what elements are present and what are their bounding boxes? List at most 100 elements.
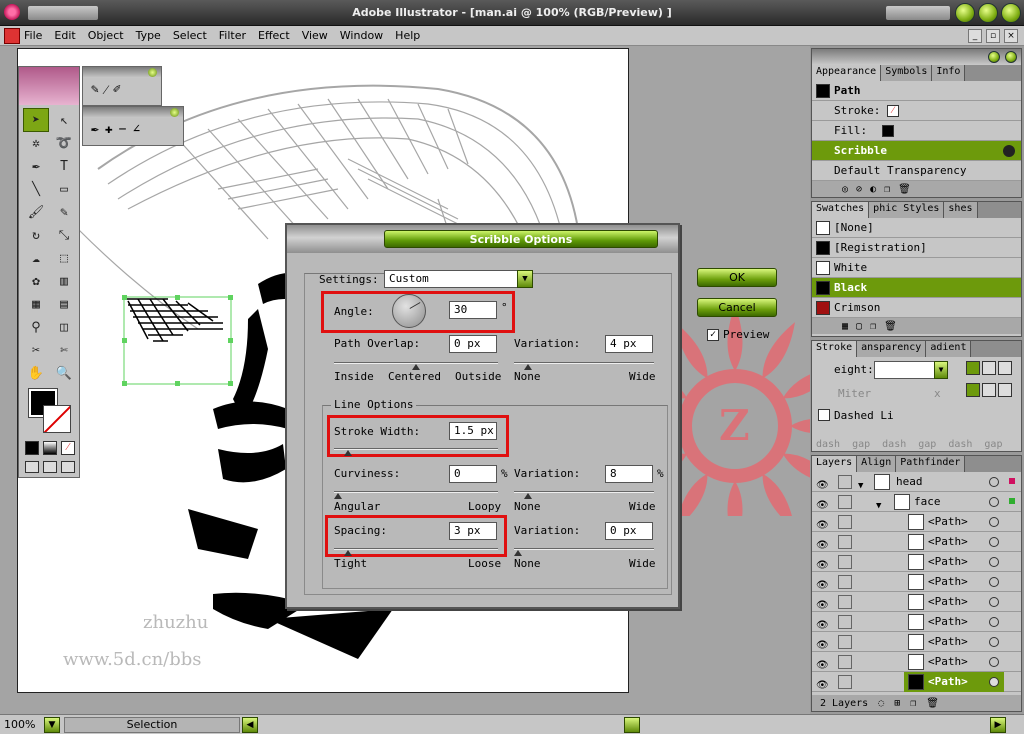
path-overlap-slider[interactable] xyxy=(334,362,498,370)
slider-thumb[interactable] xyxy=(344,550,352,556)
appearance-transparency-row[interactable]: Default Transparency xyxy=(812,161,1021,181)
path-overlap-input[interactable]: 0 px xyxy=(449,335,497,353)
spacing-variation-slider[interactable] xyxy=(514,548,654,556)
rectangle-tool-icon[interactable]: ▭ xyxy=(52,178,76,200)
erase-tool-icon[interactable]: ✐ xyxy=(113,82,121,98)
swatch-row[interactable]: [Registration] xyxy=(812,238,1021,258)
ok-button[interactable]: OK xyxy=(697,268,777,287)
stroke-width-input[interactable]: 1.5 px xyxy=(449,422,497,440)
pencil-tool-icon[interactable]: ✎ xyxy=(52,201,76,223)
path-item-row[interactable]: 👁 <Path> xyxy=(812,592,1021,612)
menu-effect[interactable]: Effect xyxy=(258,26,290,46)
menu-help[interactable]: Help xyxy=(395,26,420,46)
path-item-row[interactable]: 👁 <Path> xyxy=(812,612,1021,632)
target-circle[interactable] xyxy=(989,617,999,627)
panel-close-button[interactable] xyxy=(1005,51,1017,63)
angle-input[interactable]: 30 xyxy=(449,301,497,319)
smooth-tool-icon[interactable]: ⁄ xyxy=(105,82,107,98)
target-circle[interactable] xyxy=(989,677,999,687)
convert-anchor-icon[interactable]: ∠ xyxy=(132,122,140,137)
magic-wand-tool-icon[interactable]: ✲ xyxy=(24,132,48,154)
trash-icon[interactable]: 🗑 xyxy=(884,321,897,332)
target-circle[interactable] xyxy=(989,497,999,507)
curviness-slider[interactable] xyxy=(334,491,498,499)
tab-symbols[interactable]: Symbols xyxy=(881,65,933,81)
reduce-basic-icon[interactable]: ◐ xyxy=(870,184,876,195)
butt-cap-button[interactable] xyxy=(966,361,980,375)
selection-tool-icon[interactable]: ➤ xyxy=(23,108,49,132)
menu-filter[interactable]: Filter xyxy=(219,26,246,46)
tab-info[interactable]: Info xyxy=(932,65,966,81)
menu-file[interactable]: File xyxy=(24,26,42,46)
target-circle[interactable] xyxy=(989,577,999,587)
tab-transparency[interactable]: ansparency xyxy=(857,341,927,357)
scissors-tool-icon[interactable]: ✄ xyxy=(52,339,76,361)
slider-thumb[interactable] xyxy=(514,550,522,556)
target-circle[interactable] xyxy=(989,637,999,647)
trash-icon[interactable]: 🗑 xyxy=(898,184,911,195)
duplicate-item-icon[interactable]: ❐ xyxy=(884,184,890,195)
target-circle[interactable] xyxy=(989,597,999,607)
appearance-stroke-row[interactable]: Stroke: ⁄ xyxy=(812,101,1021,121)
spacing-slider[interactable] xyxy=(334,548,498,556)
eye-icon[interactable]: 👁 xyxy=(816,676,829,696)
layer-row-head[interactable]: 👁 ▼ head xyxy=(812,472,1021,492)
preview-checkbox[interactable]: ✓ xyxy=(707,329,719,341)
spacing-input[interactable]: 3 px xyxy=(449,522,497,540)
target-circle[interactable] xyxy=(989,477,999,487)
tools-palette-header[interactable] xyxy=(19,67,79,105)
scale-tool-icon[interactable]: ⤡ xyxy=(52,224,76,246)
slider-thumb[interactable] xyxy=(524,493,532,499)
zoom-menu-chevron-icon[interactable]: ▼ xyxy=(44,717,60,733)
spacing-variation-input[interactable]: 0 px xyxy=(605,522,653,540)
chevron-down-icon[interactable]: ▼ xyxy=(517,270,533,288)
pencil-tool-icon[interactable]: ✎ xyxy=(91,82,99,98)
target-circle[interactable] xyxy=(989,517,999,527)
new-swatch-icon[interactable]: ❐ xyxy=(870,321,876,332)
stroke-color-swatch[interactable] xyxy=(43,405,71,433)
maximize-button[interactable] xyxy=(978,3,998,23)
path-item-row[interactable]: 👁 <Path> xyxy=(812,572,1021,592)
weight-input[interactable] xyxy=(874,361,936,379)
dialog-title-bar[interactable]: Scribble Options xyxy=(287,225,678,253)
panel-minimize-button[interactable] xyxy=(988,51,1000,63)
hand-tool-icon[interactable]: ✋ xyxy=(24,362,48,384)
lock-toggle[interactable] xyxy=(838,675,852,689)
new-sublayer-icon[interactable]: ⊞ xyxy=(894,698,900,709)
tab-layers[interactable]: Layers xyxy=(812,456,858,472)
chevron-down-icon[interactable]: ▼ xyxy=(934,361,948,379)
close-button[interactable] xyxy=(1001,3,1021,23)
dashed-line-checkbox[interactable] xyxy=(818,409,830,421)
stroke-width-slider[interactable] xyxy=(334,448,498,456)
slice-tool-icon[interactable]: ✂ xyxy=(24,339,48,361)
symbol-sprayer-tool-icon[interactable]: ✿ xyxy=(24,270,48,292)
mesh-tool-icon[interactable]: ▦ xyxy=(24,293,48,315)
bevel-join-button[interactable] xyxy=(998,383,1012,397)
appearance-fill-row[interactable]: Fill: xyxy=(812,121,1021,141)
menu-type[interactable]: Type xyxy=(136,26,161,46)
rotate-tool-icon[interactable]: ↻ xyxy=(24,224,48,246)
standard-screen-mode-button[interactable] xyxy=(25,461,39,473)
menu-select[interactable]: Select xyxy=(173,26,207,46)
menu-edit[interactable]: Edit xyxy=(54,26,75,46)
path-item-row[interactable]: 👁 <Path> xyxy=(812,552,1021,572)
blend-tool-icon[interactable]: ◫ xyxy=(52,316,76,338)
menu-view[interactable]: View xyxy=(302,26,328,46)
tab-graphic-styles[interactable]: phic Styles xyxy=(869,202,945,218)
path-overlap-variation-input[interactable]: 4 px xyxy=(605,335,653,353)
add-anchor-icon[interactable]: ✚ xyxy=(105,122,113,137)
target-circle[interactable] xyxy=(989,557,999,567)
appearance-path-row[interactable]: Path xyxy=(812,81,1021,101)
lock-toggle[interactable] xyxy=(838,595,852,609)
menu-window[interactable]: Window xyxy=(340,26,383,46)
status-menu-chevron-icon[interactable]: ◀ xyxy=(242,717,258,733)
appearance-scribble-row[interactable]: Scribble xyxy=(812,141,1021,161)
lock-toggle[interactable] xyxy=(838,535,852,549)
free-transform-tool-icon[interactable]: ⬚ xyxy=(52,247,76,269)
tab-gradient[interactable]: adient xyxy=(926,341,972,357)
curviness-variation-slider[interactable] xyxy=(514,491,654,499)
miter-join-button[interactable] xyxy=(966,383,980,397)
document-icon[interactable] xyxy=(4,28,20,44)
path-item-row[interactable]: 👁 <Path> xyxy=(812,512,1021,532)
round-join-button[interactable] xyxy=(982,383,996,397)
